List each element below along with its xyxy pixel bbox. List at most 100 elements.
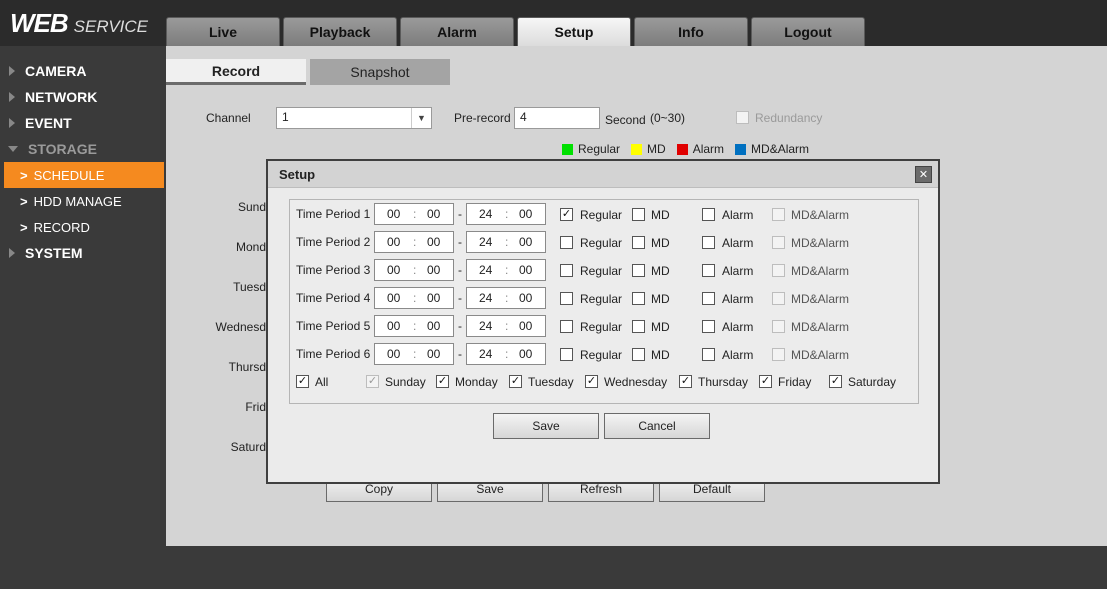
tab-setup[interactable]: Setup bbox=[517, 17, 631, 46]
close-icon[interactable]: ✕ bbox=[915, 166, 932, 183]
weekday-checkbox-tuesday[interactable]: ✓ bbox=[509, 375, 522, 388]
time-colon: : bbox=[413, 347, 417, 361]
start-hour: 00 bbox=[387, 291, 401, 305]
alarm-checkbox[interactable] bbox=[702, 348, 715, 361]
sidebar-item-label: CAMERA bbox=[25, 63, 87, 79]
alarm-label: Alarm bbox=[722, 264, 754, 278]
sidebar-sub-record[interactable]: > RECORD bbox=[0, 214, 166, 240]
weekday-row: ✓ All ✓ Sunday ✓ Monday ✓ Tuesday ✓ Wedn… bbox=[290, 368, 920, 396]
mdalarm-checkbox[interactable] bbox=[772, 292, 785, 305]
start-time-input[interactable]: 00:00 bbox=[374, 343, 454, 365]
end-time-input[interactable]: 24:00 bbox=[466, 343, 546, 365]
dialog-cancel-button[interactable]: Cancel bbox=[604, 413, 710, 439]
alarm-label: Alarm bbox=[722, 348, 754, 362]
end-minute: 00 bbox=[519, 347, 533, 361]
range-label: (0~30) bbox=[650, 111, 686, 125]
time-period-row: Time Period 2 00:00-24:00 Regular MD Alarm MD… bbox=[290, 229, 920, 257]
redundancy-checkbox[interactable] bbox=[736, 111, 749, 124]
md-checkbox[interactable] bbox=[632, 264, 645, 277]
alarm-checkbox[interactable] bbox=[702, 264, 715, 277]
weekday-checkbox-friday[interactable]: ✓ bbox=[759, 375, 772, 388]
sidebar-sub-schedule[interactable]: > SCHEDULE bbox=[4, 162, 164, 188]
chevron-right-icon: > bbox=[20, 219, 28, 235]
end-time-input[interactable]: 24:00 bbox=[466, 231, 546, 253]
dropdown-arrow-icon: ▼ bbox=[411, 108, 431, 128]
tab-logout[interactable]: Logout bbox=[751, 17, 865, 46]
tab-live[interactable]: Live bbox=[166, 17, 280, 46]
weekday-label: Wednesday bbox=[604, 375, 668, 389]
md-checkbox[interactable] bbox=[632, 348, 645, 361]
prerecord-label: Pre-record bbox=[454, 111, 511, 125]
start-time-input[interactable]: 00:00 bbox=[374, 287, 454, 309]
start-time-input[interactable]: 00:00 bbox=[374, 231, 454, 253]
sidebar-item-camera[interactable]: CAMERA bbox=[0, 58, 166, 84]
time-colon: : bbox=[413, 263, 417, 277]
sidebar: CAMERA NETWORK EVENT STORAGE > SCHEDULE >… bbox=[0, 58, 166, 266]
time-colon: : bbox=[413, 319, 417, 333]
alarm-label: Alarm bbox=[722, 292, 754, 306]
start-time-input[interactable]: 00:00 bbox=[374, 259, 454, 281]
regular-checkbox[interactable] bbox=[560, 320, 573, 333]
mdalarm-checkbox[interactable] bbox=[772, 264, 785, 277]
alarm-checkbox[interactable] bbox=[702, 208, 715, 221]
start-time-input[interactable]: 00:00 bbox=[374, 203, 454, 225]
weekday-label: Sunday bbox=[385, 375, 426, 389]
regular-checkbox[interactable] bbox=[560, 292, 573, 305]
md-checkbox[interactable] bbox=[632, 208, 645, 221]
day-label-friday: Frid bbox=[245, 400, 266, 414]
tab-playback[interactable]: Playback bbox=[283, 17, 397, 46]
legend-label: MD bbox=[647, 142, 666, 156]
sidebar-sub-hdd-manage[interactable]: > HDD MANAGE bbox=[0, 188, 166, 214]
tab-info[interactable]: Info bbox=[634, 17, 748, 46]
all-checkbox[interactable]: ✓ bbox=[296, 375, 309, 388]
md-checkbox[interactable] bbox=[632, 292, 645, 305]
alarm-checkbox[interactable] bbox=[702, 236, 715, 249]
mdalarm-checkbox[interactable] bbox=[772, 348, 785, 361]
mdalarm-checkbox[interactable] bbox=[772, 320, 785, 333]
start-hour: 00 bbox=[387, 263, 401, 277]
end-time-input[interactable]: 24:00 bbox=[466, 259, 546, 281]
time-dash: - bbox=[458, 291, 462, 305]
mdalarm-checkbox[interactable] bbox=[772, 208, 785, 221]
regular-checkbox[interactable] bbox=[560, 236, 573, 249]
sidebar-item-storage[interactable]: STORAGE bbox=[0, 136, 166, 162]
legend-mdalarm: MD&Alarm bbox=[735, 142, 809, 156]
prerecord-input[interactable]: 4 bbox=[514, 107, 600, 129]
weekday-checkbox-wednesday[interactable]: ✓ bbox=[585, 375, 598, 388]
md-label: MD bbox=[651, 292, 670, 306]
subtab-record[interactable]: Record bbox=[166, 59, 306, 85]
sidebar-item-network[interactable]: NETWORK bbox=[0, 84, 166, 110]
weekday-checkbox-saturday[interactable]: ✓ bbox=[829, 375, 842, 388]
alarm-checkbox[interactable] bbox=[702, 292, 715, 305]
regular-checkbox[interactable]: ✓ bbox=[560, 208, 573, 221]
regular-checkbox[interactable] bbox=[560, 264, 573, 277]
channel-select[interactable]: 1 ▼ bbox=[276, 107, 432, 129]
md-checkbox[interactable] bbox=[632, 320, 645, 333]
triangle-right-icon bbox=[9, 92, 15, 102]
top-nav: Live Playback Alarm Setup Info Logout bbox=[166, 17, 868, 46]
regular-checkbox[interactable] bbox=[560, 348, 573, 361]
time-period-label: Time Period 4 bbox=[296, 291, 371, 305]
end-time-input[interactable]: 24:00 bbox=[466, 203, 546, 225]
weekday-checkbox-monday[interactable]: ✓ bbox=[436, 375, 449, 388]
tab-alarm[interactable]: Alarm bbox=[400, 17, 514, 46]
weekday-checkbox-sunday[interactable]: ✓ bbox=[366, 375, 379, 388]
subtab-snapshot[interactable]: Snapshot bbox=[310, 59, 450, 85]
alarm-checkbox[interactable] bbox=[702, 320, 715, 333]
dialog-save-button[interactable]: Save bbox=[493, 413, 599, 439]
triangle-down-icon bbox=[8, 146, 18, 152]
triangle-right-icon bbox=[9, 248, 15, 258]
start-minute: 00 bbox=[427, 263, 441, 277]
start-time-input[interactable]: 00:00 bbox=[374, 315, 454, 337]
regular-label: Regular bbox=[580, 348, 623, 362]
end-time-input[interactable]: 24:00 bbox=[466, 315, 546, 337]
time-colon: : bbox=[505, 235, 509, 249]
weekday-checkbox-thursday[interactable]: ✓ bbox=[679, 375, 692, 388]
sidebar-item-event[interactable]: EVENT bbox=[0, 110, 166, 136]
logo: WEB SERVICE bbox=[10, 8, 148, 39]
end-time-input[interactable]: 24:00 bbox=[466, 287, 546, 309]
md-checkbox[interactable] bbox=[632, 236, 645, 249]
mdalarm-checkbox[interactable] bbox=[772, 236, 785, 249]
sidebar-item-system[interactable]: SYSTEM bbox=[0, 240, 166, 266]
time-colon: : bbox=[505, 319, 509, 333]
